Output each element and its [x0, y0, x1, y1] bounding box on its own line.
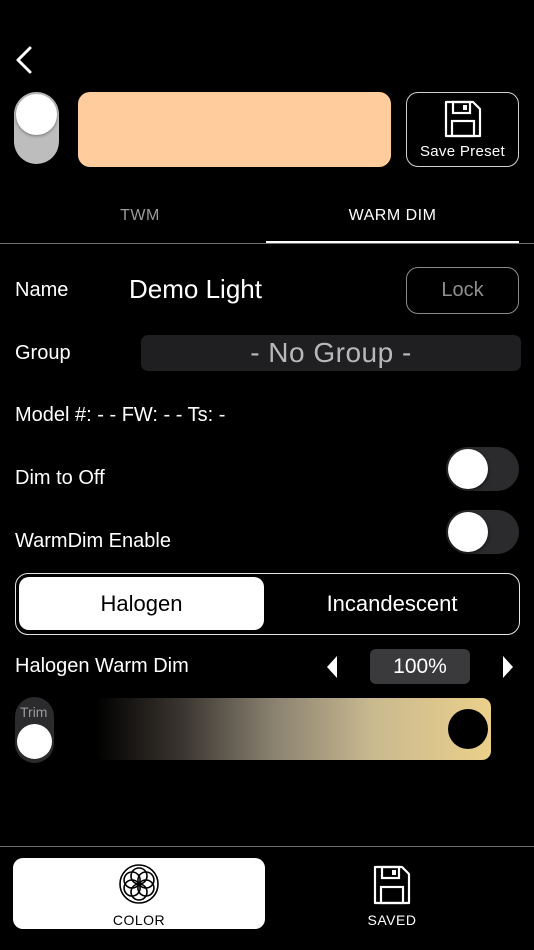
triangle-left-icon[interactable] — [325, 655, 339, 679]
power-toggle-knob[interactable] — [16, 94, 57, 135]
nav-saved-label: SAVED — [367, 912, 417, 928]
lock-button[interactable]: Lock — [406, 267, 519, 314]
name-label: Name — [15, 279, 69, 301]
tab-divider — [0, 243, 534, 244]
dim-to-off-switch[interactable] — [446, 447, 519, 491]
slider-thumb[interactable] — [448, 709, 488, 749]
tab-twm[interactable]: TWM — [14, 196, 266, 236]
warmdim-enable-label: WarmDim Enable — [15, 530, 171, 552]
power-toggle[interactable] — [14, 92, 59, 164]
warm-dim-slider[interactable] — [95, 698, 491, 760]
group-label: Group — [15, 342, 71, 364]
dim-to-off-label: Dim to Off — [15, 467, 105, 489]
warm-dim-label: Halogen Warm Dim — [15, 655, 189, 677]
bottom-divider — [0, 846, 534, 847]
warm-dim-value: 100% — [370, 649, 470, 684]
mode-segmented-control: Halogen Incandescent — [15, 573, 520, 635]
flower-of-life-icon — [119, 864, 159, 904]
color-swatch[interactable] — [78, 92, 391, 167]
chevron-left-icon — [16, 46, 32, 74]
group-select[interactable]: - No Group - — [141, 335, 521, 371]
trim-label: Trim — [20, 704, 48, 720]
floppy-disk-icon — [444, 100, 481, 138]
switch-knob — [448, 512, 488, 552]
device-name[interactable]: Demo Light — [129, 274, 262, 305]
nav-color-button[interactable]: COLOR — [13, 858, 265, 929]
trim-toggle[interactable]: Trim — [15, 697, 54, 763]
segment-incandescent[interactable]: Incandescent — [267, 577, 517, 630]
segment-halogen[interactable]: Halogen — [19, 577, 264, 630]
warmdim-enable-switch[interactable] — [446, 510, 519, 554]
nav-color-label: COLOR — [112, 912, 166, 928]
nav-saved-button[interactable]: SAVED — [266, 858, 518, 929]
back-button[interactable] — [8, 42, 40, 78]
save-preset-button[interactable]: Save Preset — [406, 92, 519, 167]
triangle-right-icon[interactable] — [501, 655, 515, 679]
device-info: Model #: - - FW: - - Ts: - — [15, 404, 226, 426]
trim-toggle-knob[interactable] — [17, 724, 52, 759]
save-preset-label: Save Preset — [419, 143, 505, 160]
floppy-disk-icon — [373, 865, 411, 905]
switch-knob — [448, 449, 488, 489]
tab-warm-dim[interactable]: WARM DIM — [266, 196, 519, 236]
